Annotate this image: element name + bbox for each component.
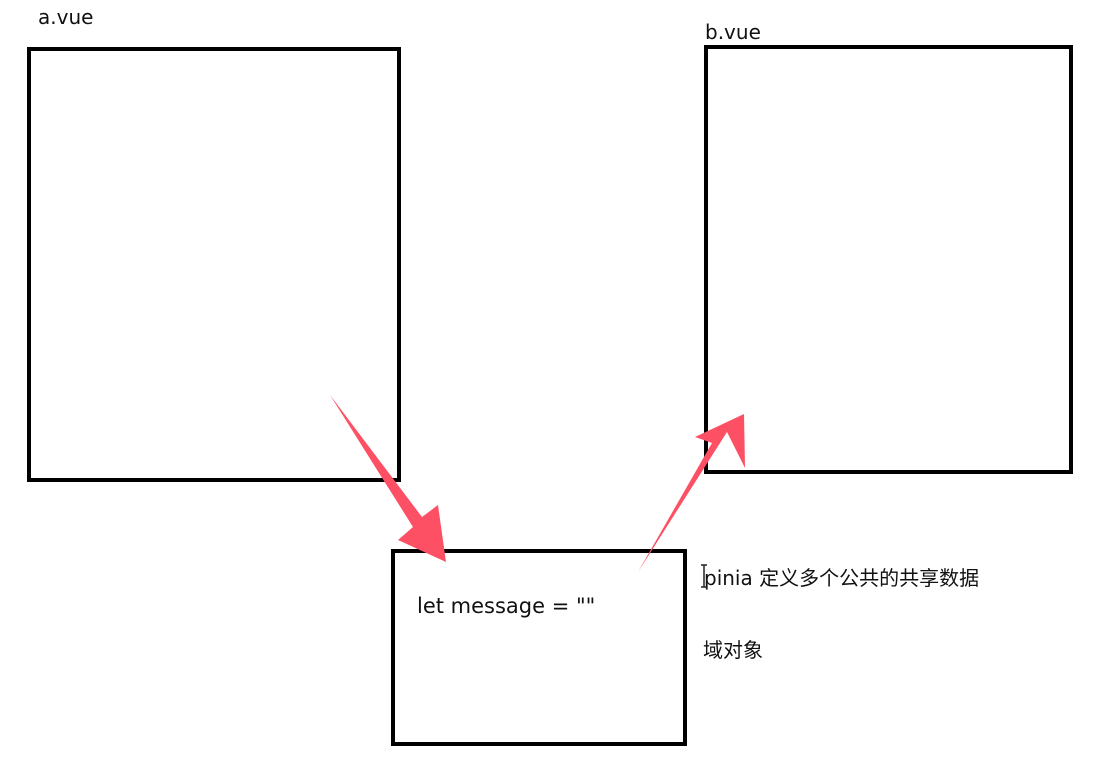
- component-b-box: [704, 45, 1073, 474]
- component-a-box: [27, 47, 401, 482]
- text-cursor-icon: [701, 564, 707, 588]
- component-a-label: a.vue: [38, 5, 94, 29]
- domain-object-note: 域对象: [703, 638, 763, 662]
- store-code-line: let message = "": [417, 594, 596, 618]
- pinia-note: pinia 定义多个公共的共享数据: [704, 566, 980, 590]
- component-b-label: b.vue: [705, 20, 761, 44]
- shared-store-box: let message = "": [391, 549, 687, 746]
